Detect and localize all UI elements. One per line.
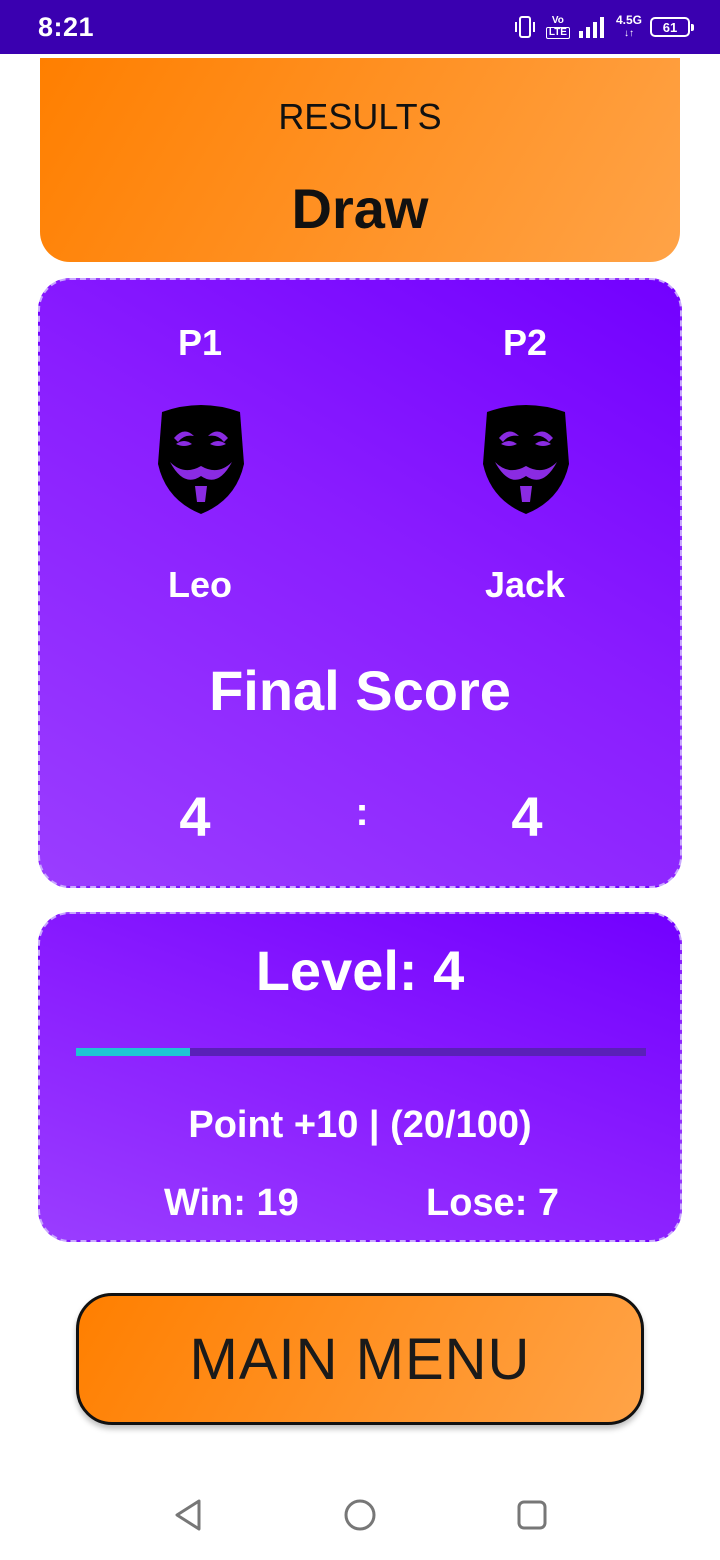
status-time: 8:21 (38, 11, 95, 42)
player-2-score: 4 (511, 785, 543, 848)
player-2-name: Jack (484, 564, 566, 605)
volte-icon: Vo LTE (545, 14, 570, 39)
status-icons: Vo LTE 4.5G ↓↑ 61 (512, 13, 694, 40)
volte-bottom-label: LTE (545, 26, 570, 39)
level-progress-fill (76, 1048, 190, 1056)
player-1-score: 4 (179, 785, 211, 848)
network-type-label: 4.5G (615, 13, 642, 27)
mask-icon (156, 404, 246, 516)
mask-icon (481, 404, 571, 516)
results-label: RESULTS (278, 96, 442, 137)
vibrate-icon (512, 14, 538, 40)
players-card: P1 Leo P2 Jack Final Score 4: 4 (38, 278, 682, 888)
battery-icon: 61 (650, 17, 694, 37)
level-title: Level: 4 (255, 939, 465, 1002)
signal-icon (578, 15, 608, 39)
results-value: Draw (291, 177, 429, 240)
back-icon[interactable] (164, 1490, 214, 1540)
level-card: Level: 4 Point +10 | (20/100) Win: 19 Lo… (38, 912, 682, 1242)
results-card: RESULTS Draw (40, 58, 680, 262)
battery-level: 61 (662, 19, 678, 35)
level-progress-bar (76, 1048, 646, 1056)
main-menu-button[interactable]: MAIN MENU (76, 1293, 644, 1425)
points-text: Point +10 | (20/100) (188, 1104, 532, 1146)
home-icon[interactable] (335, 1490, 385, 1540)
status-bar: 8:21 Vo LTE 4.5G ↓↑ 61 (0, 0, 720, 54)
win-count: Win: 19 (164, 1182, 299, 1224)
lose-count: Lose: 7 (426, 1182, 560, 1224)
network-type-icon: 4.5G ↓↑ (615, 13, 642, 39)
volte-top-label: Vo (551, 14, 564, 26)
recents-icon[interactable] (507, 1490, 557, 1540)
score-separator: : (355, 790, 369, 834)
player-1-tag: P1 (177, 322, 223, 363)
player-1-name: Leo (167, 564, 232, 605)
final-score-label: Final Score (209, 659, 511, 722)
player-2-tag: P2 (502, 322, 548, 363)
navigation-bar (0, 1460, 720, 1560)
